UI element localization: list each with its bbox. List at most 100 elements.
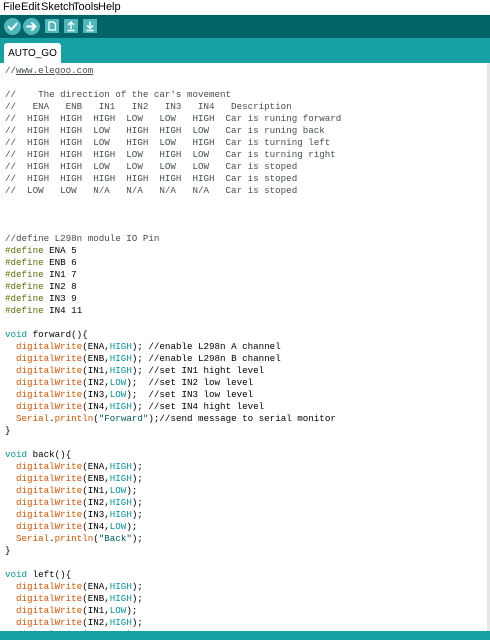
code-token-txt: IN4 11 bbox=[43, 305, 83, 316]
code-token-txt: (IN3, bbox=[82, 509, 110, 520]
code-token-fn: digitalWrite bbox=[16, 389, 83, 400]
code-token-txt: forward(){ bbox=[27, 329, 88, 340]
arrow-down-icon bbox=[83, 19, 97, 33]
menu-edit[interactable]: Edit bbox=[21, 1, 40, 14]
code-line: digitalWrite(IN1,LOW); bbox=[5, 605, 137, 617]
code-token-fn: digitalWrite bbox=[16, 365, 83, 376]
code-token-fn: digitalWrite bbox=[16, 593, 83, 604]
code-token-const: HIGH bbox=[109, 461, 132, 472]
checkmark-icon bbox=[4, 18, 21, 35]
code-token-pp: #define bbox=[5, 305, 44, 316]
code-line: // HIGH HIGH LOW HIGH LOW HIGH Car is tu… bbox=[5, 137, 330, 149]
menu-bar: File Edit Sketch Tools Help bbox=[0, 0, 490, 15]
code-token-txt: ); //set IN3 low level bbox=[126, 389, 254, 400]
code-token-pp: #define bbox=[5, 257, 44, 268]
code-line: } bbox=[5, 545, 11, 557]
code-token-const: HIGH bbox=[109, 497, 132, 508]
code-token-txt: IN1 7 bbox=[43, 269, 77, 280]
code-token-txt: } bbox=[5, 545, 11, 556]
code-token-str: "Back" bbox=[98, 533, 132, 544]
code-line: //www.elegoo.com bbox=[5, 65, 93, 77]
code-line: // HIGH HIGH HIGH LOW LOW HIGH Car is ru… bbox=[5, 113, 341, 125]
code-token-pp: #define bbox=[5, 281, 44, 292]
code-line: // HIGH HIGH HIGH HIGH HIGH HIGH Car is … bbox=[5, 173, 297, 185]
code-token-txt: ); bbox=[131, 617, 143, 628]
code-token-fn: Serial bbox=[16, 413, 50, 424]
code-token-fn: digitalWrite bbox=[16, 341, 83, 352]
code-token-comment: // The direction of the car's movement bbox=[5, 89, 232, 100]
code-line: digitalWrite(IN3,LOW); //set IN3 low lev… bbox=[5, 389, 253, 401]
code-token-comment: //define L298n module IO Pin bbox=[5, 233, 160, 244]
code-token-txt: (IN3, bbox=[82, 389, 110, 400]
code-line: // ENA ENB IN1 IN2 IN3 IN4 Description bbox=[5, 101, 292, 113]
code-token-const: HIGH bbox=[109, 353, 132, 364]
code-token-fn: digitalWrite bbox=[16, 377, 83, 388]
upload-button[interactable] bbox=[23, 18, 40, 35]
code-line: //define L298n module IO Pin bbox=[5, 233, 159, 245]
code-token-comment: // HIGH HIGH LOW HIGH HIGH LOW Car is ru… bbox=[5, 125, 325, 136]
code-token-txt: ); bbox=[126, 485, 138, 496]
code-token-const: HIGH bbox=[109, 401, 132, 412]
code-token-fn: println bbox=[54, 533, 94, 544]
code-line: digitalWrite(IN2,HIGH); bbox=[5, 497, 143, 509]
code-token-fn: digitalWrite bbox=[16, 461, 83, 472]
code-token-txt: IN2 8 bbox=[43, 281, 77, 292]
verify-button[interactable] bbox=[4, 18, 21, 35]
code-token-pp: #define bbox=[5, 269, 44, 280]
code-token-const: HIGH bbox=[109, 365, 132, 376]
code-token-txt: } bbox=[5, 425, 11, 436]
code-token-const: HIGH bbox=[109, 473, 132, 484]
code-token-txt: (ENB, bbox=[82, 353, 110, 364]
code-token-txt: ); //set IN4 hight level bbox=[131, 401, 265, 412]
code-editor[interactable]: //www.elegoo.com // The direction of the … bbox=[0, 63, 490, 631]
code-line: Serial.println("Forward");//send message… bbox=[5, 413, 336, 425]
menu-file[interactable]: File bbox=[3, 1, 21, 14]
code-line: digitalWrite(IN1,LOW); bbox=[5, 485, 137, 497]
code-token-txt: ); bbox=[131, 533, 143, 544]
code-token-comment: // LOW LOW N/A N/A N/A N/A Car is stoped bbox=[5, 185, 298, 196]
code-token-fn: digitalWrite bbox=[16, 521, 83, 532]
code-token-txt: ); //set IN2 low level bbox=[126, 377, 254, 388]
open-button[interactable] bbox=[64, 19, 78, 33]
status-bar bbox=[0, 631, 490, 640]
code-token-const: HIGH bbox=[109, 617, 132, 628]
code-token-txt: ); bbox=[131, 509, 143, 520]
save-button[interactable] bbox=[83, 19, 97, 33]
code-token-const: LOW bbox=[109, 521, 127, 532]
code-line: #define ENA 5 bbox=[5, 245, 77, 257]
code-token-str: "Forward" bbox=[98, 413, 149, 424]
code-token-txt: ); bbox=[126, 521, 138, 532]
code-token-txt: ); bbox=[131, 581, 143, 592]
menu-help[interactable]: Help bbox=[98, 1, 121, 14]
code-token-fn: digitalWrite bbox=[16, 581, 83, 592]
code-line: #define IN3 9 bbox=[5, 293, 77, 305]
code-token-txt: ); //enable L298n A channel bbox=[131, 341, 281, 352]
code-token-txt: ); //set IN1 hight level bbox=[131, 365, 265, 376]
code-line: void back(){ bbox=[5, 449, 71, 461]
code-token-txt: ); bbox=[126, 605, 138, 616]
menu-tools[interactable]: Tools bbox=[73, 1, 99, 14]
code-token-txt: (IN2, bbox=[82, 497, 110, 508]
code-token-kw: void bbox=[5, 449, 28, 460]
code-token-txt: (IN1, bbox=[82, 485, 110, 496]
code-token-const: HIGH bbox=[109, 341, 132, 352]
tab-auto-go[interactable]: AUTO_GO bbox=[4, 43, 61, 63]
code-line: #define IN4 11 bbox=[5, 305, 82, 317]
code-token-comment: // HIGH HIGH HIGH HIGH HIGH HIGH Car is … bbox=[5, 173, 298, 184]
code-token-txt: (IN4, bbox=[82, 521, 110, 532]
code-line: digitalWrite(ENA,HIGH); bbox=[5, 581, 143, 593]
code-token-txt: (IN1, bbox=[82, 605, 110, 616]
code-token-txt: ); bbox=[131, 473, 143, 484]
code-token-fn: digitalWrite bbox=[16, 353, 83, 364]
tab-bar: AUTO_GO bbox=[0, 38, 490, 63]
new-button[interactable] bbox=[45, 19, 59, 33]
code-token-txt: ); //enable L298n B channel bbox=[131, 353, 281, 364]
code-line: Serial.println("Back"); bbox=[5, 533, 143, 545]
menu-sketch[interactable]: Sketch bbox=[41, 1, 75, 14]
